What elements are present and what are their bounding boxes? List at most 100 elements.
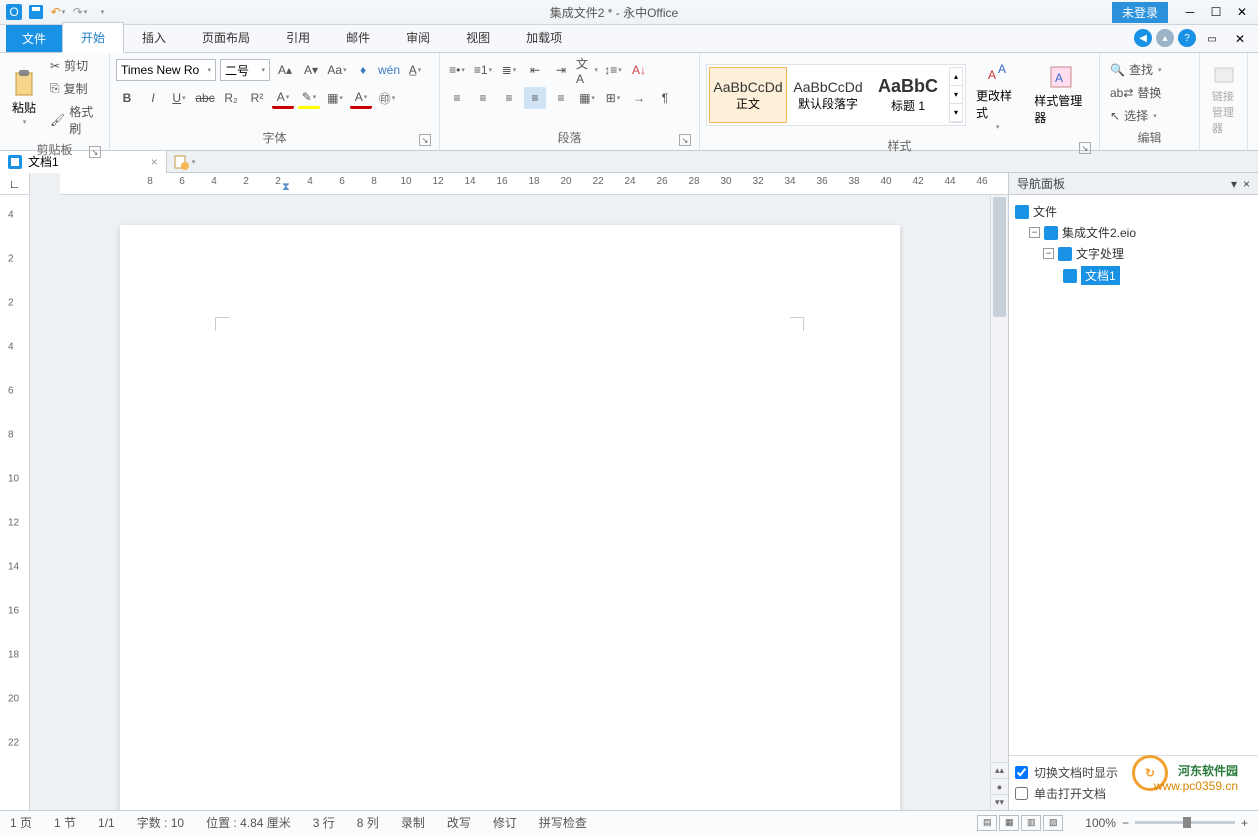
tab-symbol-icon[interactable]: → [628, 87, 650, 109]
line-spacing-icon[interactable]: ↕≡▾ [602, 59, 624, 81]
bullet-list-icon[interactable]: ≡•▾ [446, 59, 468, 81]
gallery-up-icon[interactable]: ▴ [950, 68, 962, 86]
decrease-indent-icon[interactable]: ⇤ [524, 59, 546, 81]
clipboard-launcher[interactable]: ↘ [89, 146, 101, 158]
show-marks-icon[interactable]: ¶ [654, 87, 676, 109]
indent-marker-icon[interactable]: ⧗ [282, 181, 290, 194]
tab-start[interactable]: 开始 [62, 22, 124, 53]
style-default-para[interactable]: AaBbCcDd默认段落字 [789, 67, 867, 123]
font-name-combo[interactable]: Times New Ro▾ [116, 59, 216, 81]
align-center-icon[interactable]: ≡ [472, 87, 494, 109]
scrollbar-thumb[interactable] [993, 197, 1006, 317]
minimize-button[interactable]: ─ [1178, 2, 1202, 22]
align-left-icon[interactable]: ≡ [446, 87, 468, 109]
up-circle-icon[interactable]: ▴ [1156, 29, 1174, 47]
font-size-combo[interactable]: 二号▾ [220, 59, 270, 81]
style-manager-button[interactable]: A 样式管理器 [1028, 60, 1093, 130]
status-spell[interactable]: 拼写检查 [539, 814, 587, 831]
status-position[interactable]: 位置 : 4.84 厘米 [206, 814, 291, 831]
status-section[interactable]: 1 节 [54, 814, 76, 831]
bold-icon[interactable]: B [116, 87, 138, 109]
italic-icon[interactable]: I [142, 87, 164, 109]
grow-font-icon[interactable]: A▴ [274, 59, 296, 81]
replace-button[interactable]: ab⇄替换 [1106, 82, 1165, 103]
borders-icon[interactable]: ⊞▾ [602, 87, 624, 109]
paragraph-launcher[interactable]: ↘ [679, 134, 691, 146]
view-outline-icon[interactable]: ▧ [1043, 815, 1063, 831]
nav-dropdown-icon[interactable]: ▾ [1231, 177, 1237, 191]
font-color-icon[interactable]: A▾ [272, 87, 294, 109]
multilevel-list-icon[interactable]: ≣▾ [498, 59, 520, 81]
format-painter-button[interactable]: 🖌格式刷 [46, 101, 103, 139]
sort-icon[interactable]: A↓ [628, 59, 650, 81]
select-button[interactable]: ↖选择▾ [1106, 105, 1161, 126]
find-button[interactable]: 🔍查找▾ [1106, 59, 1165, 80]
document-canvas[interactable] [30, 195, 990, 810]
shading-icon[interactable]: ▦▾ [576, 87, 598, 109]
underline-icon[interactable]: U▾ [168, 87, 190, 109]
status-page[interactable]: 1 页 [10, 814, 32, 831]
tab-mail[interactable]: 邮件 [328, 23, 388, 52]
zoom-in-icon[interactable]: + [1241, 816, 1248, 830]
scroll-next-page-icon[interactable]: ▾▾ [991, 794, 1008, 810]
status-pages[interactable]: 1/1 [98, 816, 115, 830]
nav-close-icon[interactable]: × [1243, 177, 1250, 191]
char-border-icon[interactable]: A̲▾ [404, 59, 426, 81]
strike-icon[interactable]: abc [194, 87, 216, 109]
ribbon-close-icon[interactable]: ✕ [1228, 29, 1252, 49]
gallery-down-icon[interactable]: ▾ [950, 86, 962, 104]
tree-wp[interactable]: − 文字处理 [1015, 243, 1252, 264]
status-record[interactable]: 录制 [401, 814, 425, 831]
zoom-slider[interactable] [1135, 821, 1235, 824]
tab-addins[interactable]: 加载项 [508, 23, 580, 52]
number-list-icon[interactable]: ≡1▾ [472, 59, 494, 81]
font-launcher[interactable]: ↘ [419, 134, 431, 146]
align-right-icon[interactable]: ≡ [498, 87, 520, 109]
nav-check-single-click[interactable]: 单击打开文档 [1015, 783, 1252, 804]
tab-selector[interactable]: ∟ [0, 173, 29, 195]
tree-root-files[interactable]: 文件 [1015, 201, 1252, 222]
increase-indent-icon[interactable]: ⇥ [550, 59, 572, 81]
char-shading-icon[interactable]: ▦▾ [324, 87, 346, 109]
horizontal-ruler[interactable]: 8642246810121416182022242628303234363840… [60, 173, 1008, 195]
clear-format-icon[interactable]: ♦ [352, 59, 374, 81]
tab-view[interactable]: 视图 [448, 23, 508, 52]
enclose-char-icon[interactable]: ㊞▾ [376, 87, 398, 109]
scroll-prev-page-icon[interactable]: ▴▴ [991, 762, 1008, 778]
ribbon-min-icon[interactable]: ▭ [1200, 29, 1224, 49]
scroll-browse-icon[interactable]: ● [991, 778, 1008, 794]
align-distribute-icon[interactable]: ≡ [550, 87, 572, 109]
tab-ref[interactable]: 引用 [268, 23, 328, 52]
status-overwrite[interactable]: 改写 [447, 814, 471, 831]
styles-launcher[interactable]: ↘ [1079, 142, 1091, 154]
view-print-layout-icon[interactable]: ▤ [977, 815, 997, 831]
expander-icon[interactable]: − [1029, 227, 1040, 238]
change-case-icon[interactable]: Aa▾ [326, 59, 348, 81]
highlight-icon[interactable]: ✎▾ [298, 87, 320, 109]
back-circle-icon[interactable]: ◀ [1134, 29, 1152, 47]
font-effect-icon[interactable]: A▾ [350, 87, 372, 109]
view-read-icon[interactable]: ▦ [999, 815, 1019, 831]
copy-button[interactable]: ⎘复制 [46, 78, 103, 99]
status-col[interactable]: 8 列 [357, 814, 379, 831]
status-line[interactable]: 3 行 [313, 814, 335, 831]
tab-review[interactable]: 审阅 [388, 23, 448, 52]
doc-tab-close-icon[interactable]: × [151, 155, 158, 169]
tree-doc1[interactable]: 文档1 [1015, 264, 1252, 287]
expander-icon[interactable]: − [1043, 248, 1054, 259]
cut-button[interactable]: ✂剪切 [46, 55, 103, 76]
zoom-out-icon[interactable]: − [1122, 816, 1129, 830]
status-words[interactable]: 字数 : 10 [137, 814, 184, 831]
superscript-icon[interactable]: R² [246, 87, 268, 109]
maximize-button[interactable]: ☐ [1204, 2, 1228, 22]
status-track[interactable]: 修订 [493, 814, 517, 831]
vertical-ruler[interactable]: 42246810121416182022 [0, 195, 29, 810]
undo-icon[interactable]: ↶▾ [48, 2, 68, 22]
tab-file[interactable]: 文件 [6, 25, 62, 52]
change-styles-button[interactable]: AA 更改样式▾ [970, 55, 1024, 135]
zoom-value[interactable]: 100% [1085, 816, 1116, 830]
style-normal[interactable]: AaBbCcDd正文 [709, 67, 787, 123]
style-heading1[interactable]: AaBbC标题 1 [869, 67, 947, 123]
vertical-scrollbar[interactable]: ▴▴ ● ▾▾ [990, 195, 1008, 810]
close-button[interactable]: ✕ [1230, 2, 1254, 22]
